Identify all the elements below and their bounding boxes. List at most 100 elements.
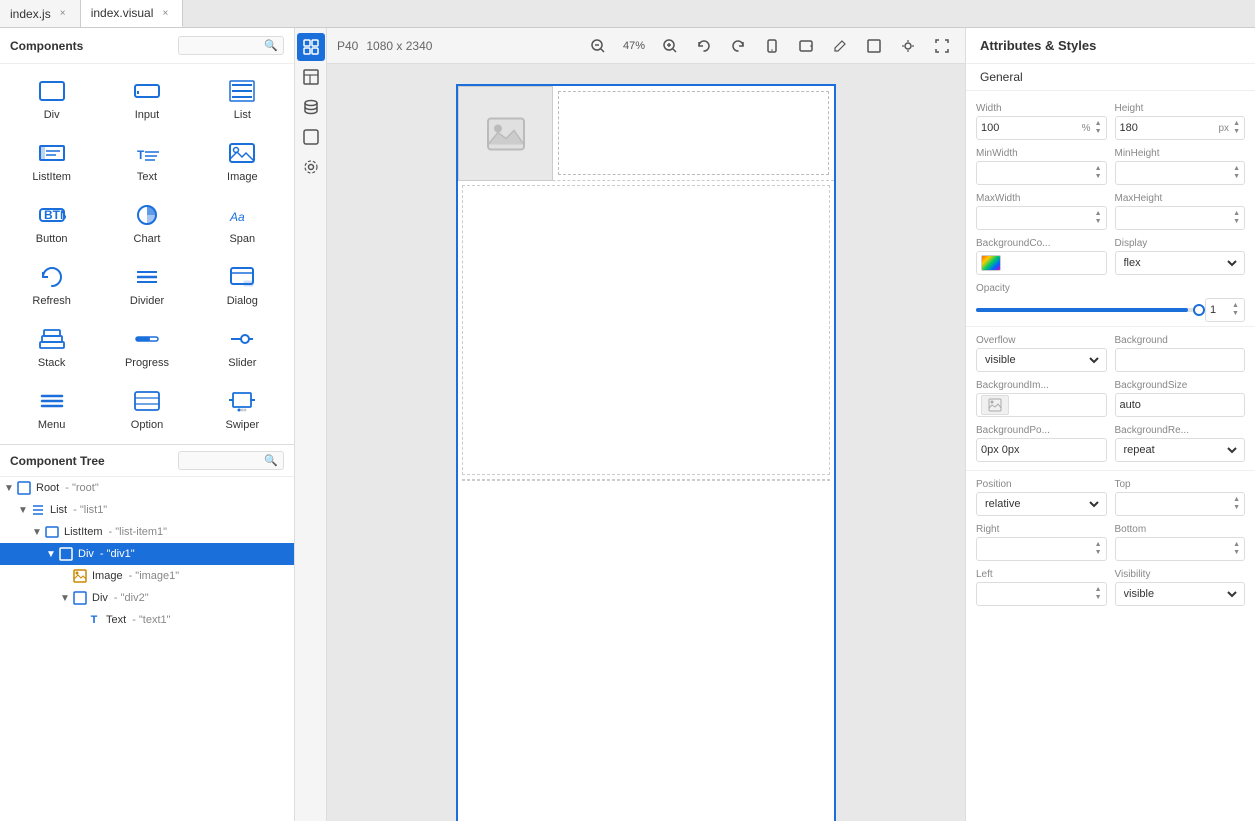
bgimage-input-wrap[interactable] xyxy=(976,393,1107,417)
tree-item-div2[interactable]: ▼ Div - "div2" xyxy=(0,587,294,609)
maxheight-stepper[interactable]: ▲▼ xyxy=(1233,210,1240,225)
bottom-stepper[interactable]: ▲▼ xyxy=(1233,541,1240,556)
maxheight-input[interactable] xyxy=(1120,212,1232,224)
bgpos-input-wrap[interactable] xyxy=(976,438,1107,462)
component-listitem[interactable]: ListItem xyxy=(5,131,98,191)
side-strip-layout-btn[interactable] xyxy=(297,63,325,91)
background-input-wrap[interactable] xyxy=(1115,348,1246,372)
overflow-select[interactable]: visible hidden scroll auto xyxy=(981,353,1102,367)
visibility-select[interactable]: visible hidden xyxy=(1120,587,1241,601)
left-input-wrap[interactable]: ▲▼ xyxy=(976,582,1107,606)
components-search-box[interactable]: 🔍 xyxy=(178,36,284,55)
tree-item-root[interactable]: ▼ Root - "root" xyxy=(0,477,294,499)
tab-index-visual[interactable]: index.visual × xyxy=(81,0,184,27)
top-input-wrap[interactable]: ▲▼ xyxy=(1115,492,1246,516)
component-input[interactable]: Input xyxy=(100,69,193,129)
minwidth-input[interactable] xyxy=(981,167,1093,179)
component-text[interactable]: T Text xyxy=(100,131,193,191)
background-input[interactable] xyxy=(1120,354,1241,366)
component-image[interactable]: Image xyxy=(196,131,289,191)
minheight-stepper[interactable]: ▲▼ xyxy=(1233,165,1240,180)
minheight-input-wrap[interactable]: ▲▼ xyxy=(1115,161,1246,185)
height-stepper[interactable]: ▲▼ xyxy=(1233,120,1240,135)
component-refresh[interactable]: Refresh xyxy=(5,255,98,315)
tree-search-box[interactable]: 🔍 xyxy=(178,451,284,470)
bgrep-select[interactable]: repeat no-repeat repeat-x repeat-y xyxy=(1120,443,1241,457)
minwidth-input-wrap[interactable]: ▲▼ xyxy=(976,161,1107,185)
display-select-wrap[interactable]: flex block inline none grid xyxy=(1115,251,1246,275)
components-search-input[interactable] xyxy=(184,40,264,52)
side-strip-settings-btn[interactable] xyxy=(297,153,325,181)
tree-arrow-listitem[interactable]: ▼ xyxy=(32,527,44,538)
component-list[interactable]: List xyxy=(196,69,289,129)
height-input[interactable] xyxy=(1120,122,1217,134)
component-menu[interactable]: Menu xyxy=(5,379,98,439)
bg-image-placeholder[interactable] xyxy=(981,395,1009,415)
tree-item-image1[interactable]: Image - "image1" xyxy=(0,565,294,587)
side-strip-data-btn[interactable] xyxy=(297,93,325,121)
component-progress[interactable]: Progress xyxy=(100,317,193,377)
position-select-wrap[interactable]: relative absolute fixed sticky xyxy=(976,492,1107,516)
display-select[interactable]: flex block inline none grid xyxy=(1120,256,1241,270)
component-swiper[interactable]: Swiper xyxy=(196,379,289,439)
component-divider[interactable]: Divider xyxy=(100,255,193,315)
overflow-select-wrap[interactable]: visible hidden scroll auto xyxy=(976,348,1107,372)
undo-button[interactable] xyxy=(691,33,717,59)
side-strip-components-btn[interactable] xyxy=(297,33,325,61)
opacity-slider-track[interactable] xyxy=(976,308,1199,312)
left-input[interactable] xyxy=(981,588,1093,600)
side-strip-preview-btn[interactable] xyxy=(297,123,325,151)
bgsize-input[interactable] xyxy=(1120,399,1241,411)
tab-close-js[interactable]: × xyxy=(56,7,70,21)
maxwidth-stepper[interactable]: ▲▼ xyxy=(1095,210,1102,225)
right-stepper[interactable]: ▲▼ xyxy=(1095,541,1102,556)
bottom-input[interactable] xyxy=(1120,543,1232,555)
sun-button[interactable] xyxy=(895,33,921,59)
fullscreen-button[interactable] xyxy=(929,33,955,59)
opacity-value-wrap[interactable]: ▲▼ xyxy=(1205,298,1245,322)
component-span[interactable]: Aa Span xyxy=(196,193,289,253)
right-input[interactable] xyxy=(981,543,1093,555)
opacity-input[interactable] xyxy=(1210,304,1230,316)
minwidth-stepper[interactable]: ▲▼ xyxy=(1095,165,1102,180)
bgcolor-input-wrap[interactable] xyxy=(976,251,1107,275)
tree-arrow-div2[interactable]: ▼ xyxy=(60,593,72,604)
color-swatch[interactable] xyxy=(981,255,1001,271)
redo-button[interactable] xyxy=(725,33,751,59)
tree-item-listitem[interactable]: ▼ ListItem - "list-item1" xyxy=(0,521,294,543)
component-option[interactable]: Option xyxy=(100,379,193,439)
bottom-input-wrap[interactable]: ▲▼ xyxy=(1115,537,1246,561)
maxheight-input-wrap[interactable]: ▲▼ xyxy=(1115,206,1246,230)
zoom-out-button[interactable] xyxy=(585,33,611,59)
component-button[interactable]: BTN Button xyxy=(5,193,98,253)
tree-arrow-list[interactable]: ▼ xyxy=(18,505,30,516)
right-input-wrap[interactable]: ▲▼ xyxy=(976,537,1107,561)
opacity-slider-wrap[interactable]: ▲▼ xyxy=(966,298,1255,322)
component-dialog[interactable]: Dialog xyxy=(196,255,289,315)
maxwidth-input-wrap[interactable]: ▲▼ xyxy=(976,206,1107,230)
width-input[interactable] xyxy=(981,122,1080,134)
mobile-view-button[interactable] xyxy=(759,33,785,59)
top-input[interactable] xyxy=(1120,498,1232,510)
tree-item-text1[interactable]: T Text - "text1" xyxy=(0,609,294,631)
left-stepper[interactable]: ▲▼ xyxy=(1095,586,1102,601)
canvas-viewport[interactable] xyxy=(327,64,965,821)
tree-item-list[interactable]: ▼ List - "list1" xyxy=(0,499,294,521)
component-chart[interactable]: Chart xyxy=(100,193,193,253)
tab-close-visual[interactable]: × xyxy=(158,6,172,20)
maxwidth-input[interactable] xyxy=(981,212,1093,224)
opacity-slider-thumb[interactable] xyxy=(1193,304,1205,316)
tree-item-div1[interactable]: ▼ Div - "div1" xyxy=(0,543,294,565)
component-slider[interactable]: Slider xyxy=(196,317,289,377)
width-stepper[interactable]: ▲▼ xyxy=(1095,120,1102,135)
bgrep-select-wrap[interactable]: repeat no-repeat repeat-x repeat-y xyxy=(1115,438,1246,462)
opacity-stepper[interactable]: ▲▼ xyxy=(1232,302,1239,317)
tree-search-input[interactable] xyxy=(184,455,264,467)
preview-button[interactable] xyxy=(861,33,887,59)
top-stepper[interactable]: ▲▼ xyxy=(1233,496,1240,511)
tablet-view-button[interactable] xyxy=(793,33,819,59)
bgpos-input[interactable] xyxy=(981,444,1102,456)
tree-arrow-div1[interactable]: ▼ xyxy=(46,549,58,560)
minheight-input[interactable] xyxy=(1120,167,1232,179)
width-input-wrap[interactable]: % ▲▼ xyxy=(976,116,1107,140)
